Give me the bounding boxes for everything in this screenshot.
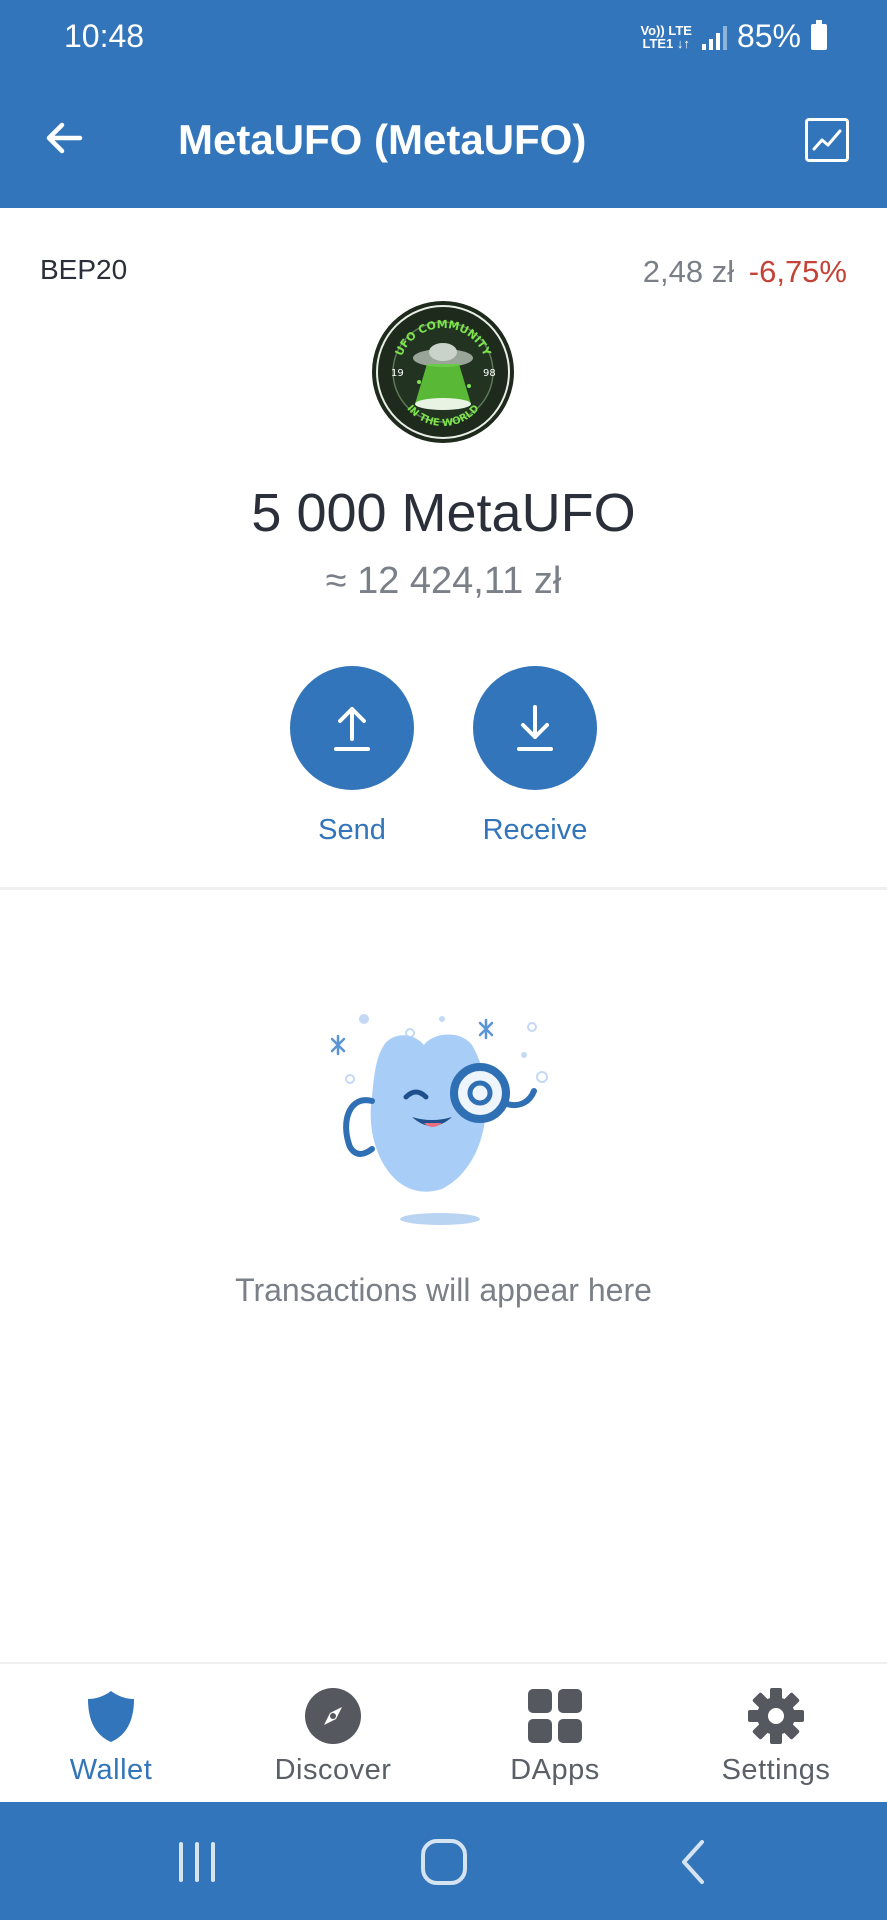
status-time: 10:48 bbox=[64, 18, 145, 54]
nav-item-settings[interactable]: Settings bbox=[676, 1686, 876, 1787]
nav-item-discover[interactable]: Discover bbox=[233, 1686, 433, 1787]
price-value: 2,48 zł bbox=[642, 254, 735, 289]
status-bar: 10:48 Vo)) LTE LTE1 ↓↑ 85% bbox=[0, 0, 887, 72]
recent-apps-button[interactable] bbox=[167, 1832, 227, 1892]
send-label[interactable]: Send bbox=[290, 814, 414, 847]
chart-icon bbox=[812, 129, 842, 151]
network-indicator: Vo)) LTE LTE1 ↓↑ bbox=[640, 24, 692, 50]
nav-item-wallet[interactable]: Wallet bbox=[11, 1686, 211, 1787]
nav-item-dapps[interactable]: DApps bbox=[455, 1686, 655, 1787]
send-button[interactable]: Send bbox=[290, 666, 414, 847]
fiat-balance: ≈ 12 424,11 zł bbox=[325, 560, 562, 602]
nav-label-dapps: DApps bbox=[510, 1754, 600, 1786]
logo-left-number: 19 bbox=[391, 368, 404, 379]
bottom-navigation: Wallet Discover DApps Settings bbox=[0, 1662, 887, 1802]
chevron-left-icon bbox=[682, 1840, 704, 1884]
download-arrow-icon bbox=[517, 705, 553, 751]
receive-circle[interactable] bbox=[473, 666, 597, 790]
shield-icon bbox=[81, 1686, 141, 1746]
token-balance: 5 000 MetaUFO bbox=[251, 483, 636, 543]
status-indicators: Vo)) LTE LTE1 ↓↑ 85% bbox=[640, 18, 827, 55]
home-button[interactable] bbox=[414, 1832, 474, 1892]
back-button[interactable] bbox=[40, 108, 100, 168]
receive-label[interactable]: Receive bbox=[473, 814, 597, 847]
compass-icon bbox=[303, 1686, 363, 1746]
network-indicator-top: Vo)) LTE bbox=[640, 22, 692, 38]
grid-icon bbox=[525, 1686, 585, 1746]
system-back-button[interactable] bbox=[664, 1832, 724, 1892]
receive-button[interactable]: Receive bbox=[473, 666, 597, 847]
upload-arrow-icon bbox=[334, 707, 370, 751]
price-change: -6,75% bbox=[748, 254, 847, 289]
token-logo: UFO COMMUNITY IN THE WORLD 19 98 bbox=[372, 301, 514, 443]
gear-icon bbox=[746, 1686, 806, 1746]
network-indicator-bottom: LTE1 ↓↑ bbox=[642, 35, 690, 51]
empty-transactions-text: Transactions will appear here bbox=[235, 1272, 652, 1308]
token-price: 2,48 zł -6,75% bbox=[643, 254, 847, 290]
page-title: MetaUFO (MetaUFO) bbox=[178, 116, 587, 163]
nav-label-wallet: Wallet bbox=[69, 1754, 153, 1786]
app-bar: MetaUFO (MetaUFO) bbox=[0, 72, 887, 208]
nav-label-discover: Discover bbox=[274, 1754, 392, 1786]
battery-percent: 85% bbox=[736, 18, 801, 54]
logo-right-number: 98 bbox=[483, 368, 496, 379]
signal-icon bbox=[701, 24, 727, 50]
section-divider bbox=[0, 887, 887, 890]
send-circle[interactable] bbox=[290, 666, 414, 790]
home-icon bbox=[421, 1839, 467, 1885]
nav-label-settings: Settings bbox=[721, 1754, 831, 1786]
price-chart-button[interactable] bbox=[805, 118, 849, 162]
battery-icon bbox=[811, 19, 827, 50]
recents-icon bbox=[179, 1842, 215, 1882]
network-label: BEP20 bbox=[40, 254, 128, 285]
system-navigation-bar bbox=[0, 1802, 887, 1920]
empty-state-illustration bbox=[330, 1014, 548, 1225]
arrow-left-icon bbox=[46, 122, 83, 154]
